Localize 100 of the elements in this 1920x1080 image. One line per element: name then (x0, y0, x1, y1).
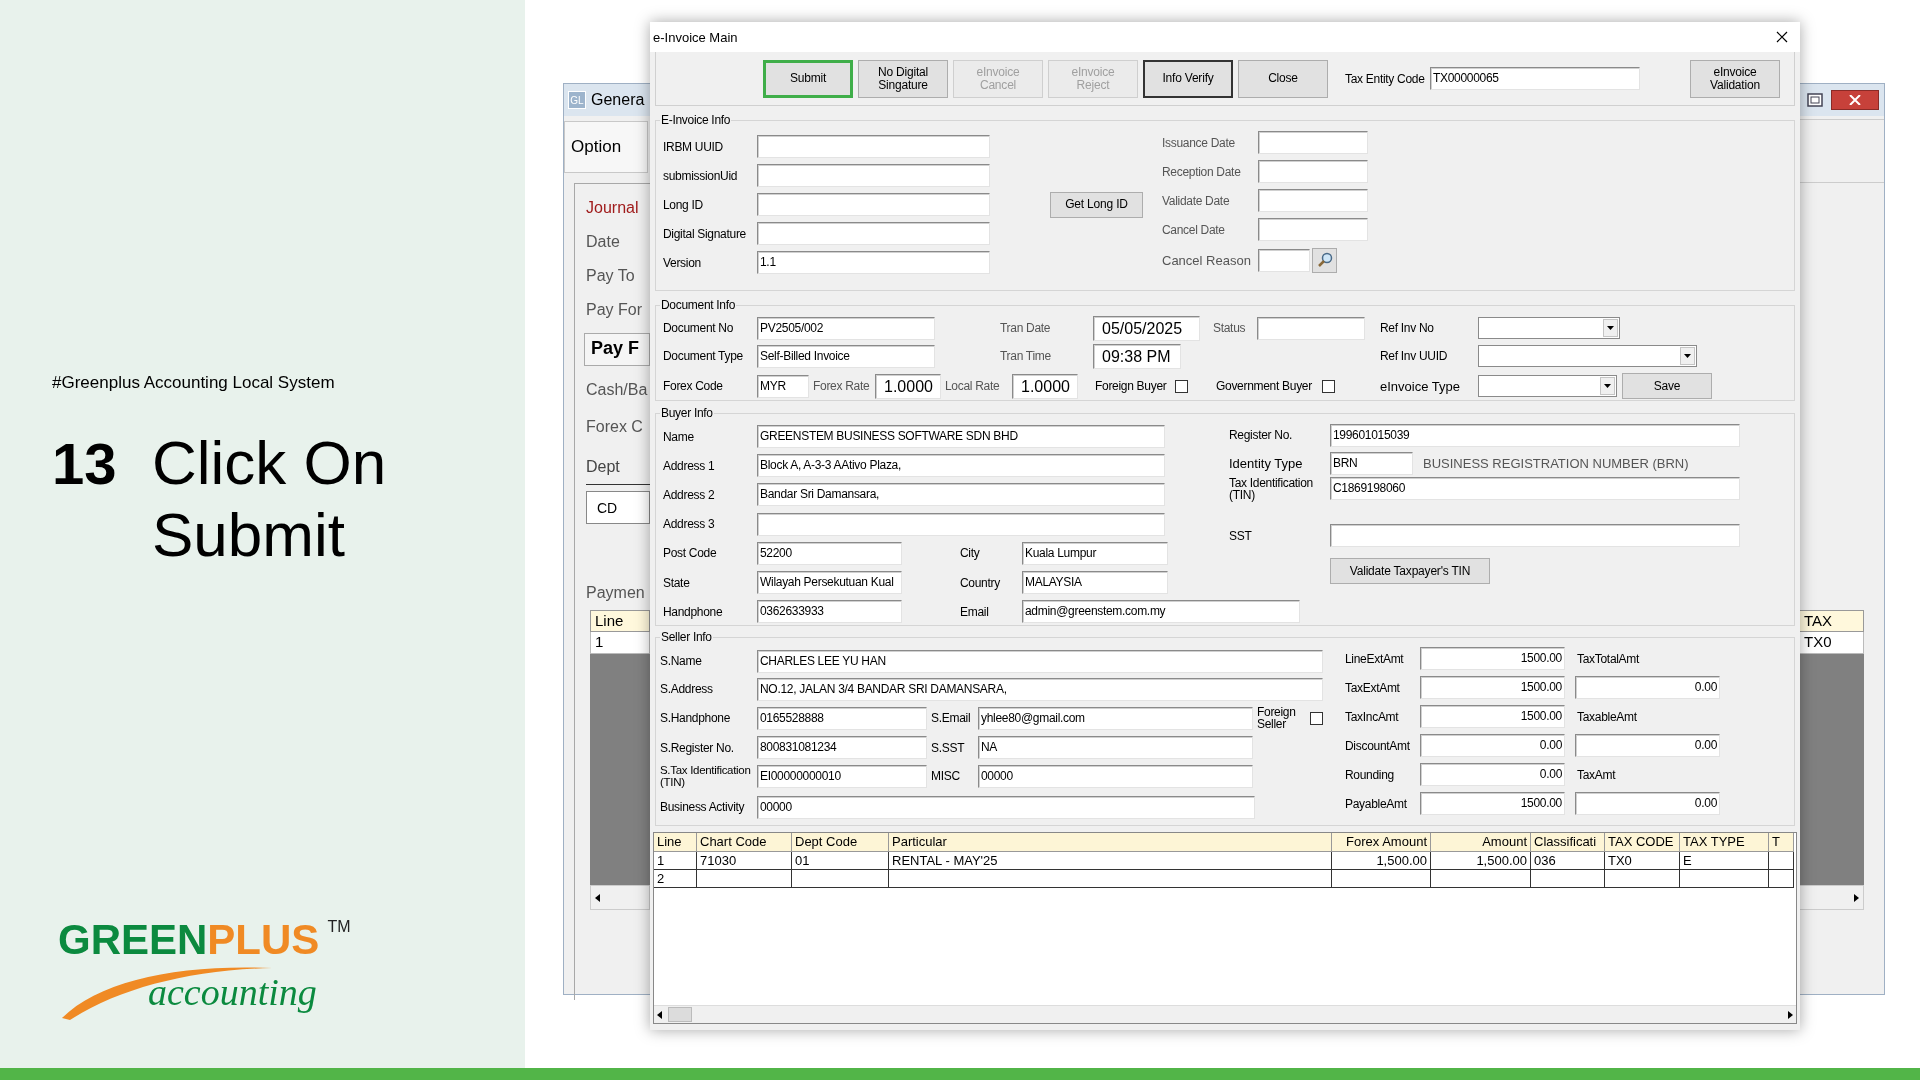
input-field[interactable]: CD (586, 491, 650, 524)
field-label: Address 3 (663, 517, 716, 532)
input-field[interactable]: 0165528888 (757, 706, 927, 730)
input-field[interactable]: GREENSTEM BUSINESS SOFTWARE SDN BHD (757, 425, 1165, 449)
input-field[interactable] (1258, 131, 1368, 154)
input-field[interactable]: CHARLES LEE YU HAN (757, 649, 1323, 673)
input-field[interactable] (1258, 160, 1368, 183)
checkbox[interactable] (1322, 379, 1335, 393)
get-long-id-button[interactable]: Get Long ID (1050, 191, 1143, 218)
input-field[interactable] (757, 512, 1165, 536)
input-field[interactable]: BRN (1330, 451, 1413, 475)
validation-button[interactable]: eInvoice Validation (1690, 59, 1780, 98)
input-field[interactable]: Block A, A-3-3 AAtivo Plaza, (757, 454, 1165, 478)
input-field[interactable]: 0.00 (1575, 734, 1720, 757)
input-field[interactable]: 0.00 (1575, 676, 1720, 699)
input-field[interactable]: 0362633933 (757, 600, 902, 624)
dropdown[interactable] (1478, 317, 1620, 339)
dropdown[interactable] (1478, 375, 1617, 397)
input-field[interactable]: NA (978, 736, 1253, 759)
input-field[interactable]: 52200 (757, 541, 902, 565)
checkbox[interactable] (1310, 711, 1323, 725)
tab-button[interactable]: Pay F (584, 333, 650, 366)
input-field[interactable]: MYR (757, 374, 809, 398)
input-field[interactable] (1330, 524, 1740, 547)
dropdown[interactable] (1478, 345, 1697, 367)
scrollbar[interactable] (590, 885, 650, 910)
input-field[interactable]: 1500.00 (1420, 647, 1565, 670)
input-field[interactable] (757, 164, 990, 187)
input-field[interactable]: PV2505/002 (757, 316, 935, 340)
input-field[interactable]: 1500.00 (1420, 792, 1565, 815)
toolbar-button[interactable]: Submit (763, 59, 853, 98)
column-header: Dept Code (792, 833, 889, 852)
search-button[interactable] (1312, 247, 1337, 273)
field-label: Handphone (663, 604, 724, 619)
input-field[interactable]: Self-Billed Invoice (757, 344, 935, 368)
input-field[interactable] (1258, 189, 1368, 212)
restore-icon[interactable] (1807, 93, 1823, 107)
input-field[interactable]: 0.00 (1575, 792, 1720, 815)
logo-text: GREEN (58, 918, 208, 962)
toolbar-button[interactable]: Info Verify (1143, 59, 1233, 98)
input-field[interactable]: C1869198060 (1330, 477, 1740, 500)
input-field[interactable]: MALAYSIA (1022, 571, 1168, 595)
save-button[interactable]: Save (1622, 373, 1712, 399)
table-cell: 1 (654, 852, 697, 870)
search-icon (1316, 252, 1333, 268)
input-field[interactable]: yhlee80@gmail.com (978, 706, 1253, 730)
input-field[interactable] (1258, 218, 1368, 241)
close-button[interactable] (1831, 90, 1879, 110)
field-label: PayableAmt (1345, 796, 1408, 811)
field-label: Date (586, 232, 621, 252)
input-field[interactable]: EI00000000010 (757, 764, 927, 788)
input-field[interactable] (1257, 316, 1365, 340)
scrollbar[interactable] (654, 1005, 1796, 1023)
field-label: S.SST (931, 740, 966, 755)
field-label: S.Register No. (660, 740, 735, 755)
group-title: E-Invoice Info (660, 113, 732, 127)
input-field[interactable]: 199601015039 (1330, 423, 1740, 447)
input-field[interactable]: admin@greenstem.com.my (1022, 600, 1300, 624)
toolbar-button[interactable]: Close (1238, 59, 1328, 98)
input-field[interactable]: 1.0000 (875, 373, 941, 399)
group-title: Document Info (660, 298, 737, 312)
input-field[interactable]: 0.00 (1420, 763, 1565, 786)
input-field[interactable]: NO.12, JALAN 3/4 BANDAR SRI DAMANSARA, (757, 677, 1323, 701)
scrollbar[interactable] (1799, 885, 1864, 910)
input-field[interactable] (757, 193, 990, 216)
input-field[interactable] (1258, 248, 1310, 272)
field-label: Forex Rate (813, 379, 871, 393)
input-field[interactable] (757, 222, 990, 245)
input-field[interactable]: Bandar Sri Damansara, (757, 483, 1165, 507)
app-icon: GL (568, 91, 586, 109)
field-label: Local Rate (945, 379, 1001, 393)
input-field[interactable]: 1.1 (757, 251, 990, 274)
toolbar-button[interactable]: No Digital Singature (858, 59, 948, 98)
input-field[interactable] (757, 135, 990, 158)
tab[interactable]: Option (564, 121, 648, 173)
input-field[interactable]: 09:38 PM (1093, 343, 1181, 369)
input-field[interactable]: 05/05/2025 (1093, 315, 1200, 341)
table-cell: TX0 (1799, 632, 1864, 654)
input-field[interactable]: Wilayah Persekutuan Kual (757, 571, 902, 595)
table-cell: 1,500.00 (1431, 852, 1531, 870)
field-label: Version (663, 255, 702, 270)
close-icon[interactable] (1776, 31, 1788, 43)
input-field[interactable]: 00000 (757, 795, 1255, 819)
field-label: Long ID (663, 197, 704, 212)
table-cell: 71030 (697, 852, 792, 870)
input-field[interactable]: Kuala Lumpur (1022, 541, 1168, 565)
scroll-thumb[interactable] (668, 1007, 692, 1022)
input-field[interactable]: 800831081234 (757, 736, 927, 759)
checkbox[interactable] (1175, 379, 1188, 393)
validate-button[interactable]: Validate Taxpayer's TIN (1330, 558, 1490, 584)
input-field[interactable]: 00000 (978, 764, 1253, 788)
field-label: Tax Entity Code (1345, 71, 1426, 86)
field-label: Tran Date (1000, 321, 1052, 335)
input-field[interactable]: 1500.00 (1420, 676, 1565, 699)
field-label: Digital Signature (663, 226, 747, 241)
field-label: Paymen (586, 583, 646, 603)
input-field[interactable]: 1.0000 (1012, 373, 1078, 399)
input-field[interactable]: 1500.00 (1420, 705, 1565, 728)
input-field[interactable]: 0.00 (1420, 734, 1565, 757)
input-field[interactable]: TX00000065 (1430, 67, 1640, 90)
